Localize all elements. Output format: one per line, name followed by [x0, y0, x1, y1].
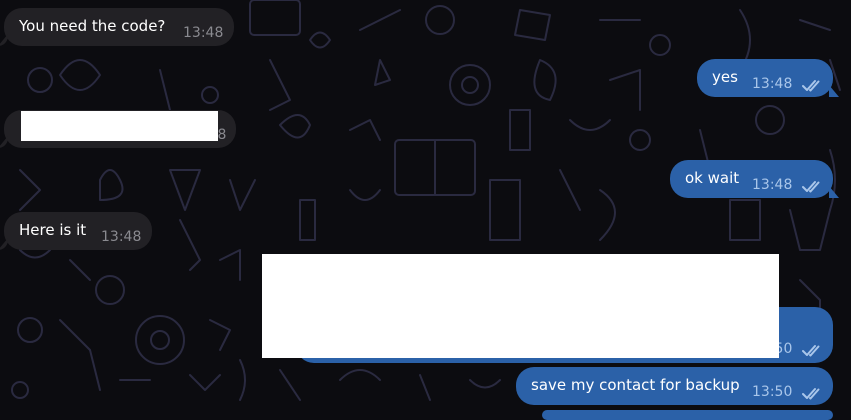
redaction-box — [262, 254, 779, 358]
double-check-icon — [802, 181, 820, 193]
double-check-icon — [802, 80, 820, 92]
message-time: 13:48 — [183, 25, 224, 41]
message-bubble-incoming[interactable]: You need the code? 13:48 — [0, 8, 234, 46]
redaction-box — [21, 111, 218, 141]
double-check-icon — [802, 345, 820, 357]
message-time: 13:50 — [752, 384, 793, 400]
message-bubble-outgoing[interactable]: save my contact for backup 13:50 — [516, 367, 833, 405]
message-bubble-outgoing-partial[interactable] — [542, 410, 833, 420]
message-time: 13:48 — [752, 177, 793, 193]
message-text: You need the code? — [19, 17, 166, 35]
double-check-icon — [802, 388, 820, 400]
message-time: 13:48 — [101, 229, 142, 245]
message-text: yes — [712, 68, 738, 86]
message-time: 13:48 — [752, 76, 793, 92]
message-text: save my contact for backup — [531, 376, 740, 394]
message-text: Here is it — [19, 221, 87, 239]
message-bubble-outgoing[interactable]: ok wait 13:48 — [670, 160, 839, 198]
message-bubble-incoming[interactable]: Here is it 13:48 — [0, 212, 152, 250]
message-bubble-outgoing[interactable]: yes 13:48 — [697, 59, 839, 97]
message-text: ok wait — [685, 169, 740, 187]
